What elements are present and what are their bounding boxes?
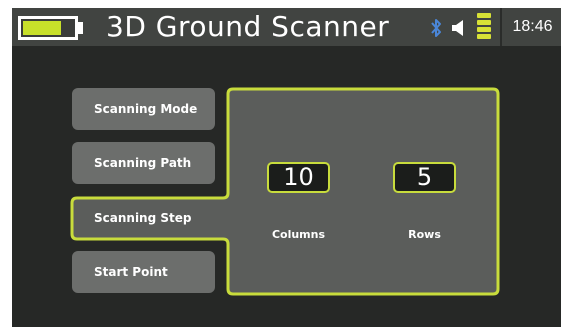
menu-item-start-point[interactable]: Start Point (72, 251, 215, 293)
columns-label: Columns (271, 228, 326, 241)
rows-value-field[interactable]: 5 (393, 162, 456, 193)
device-screen: 3D Ground Scanner 18:46 Scanning Mode Sc… (12, 8, 561, 327)
columns-value-field[interactable]: 10 (267, 162, 330, 193)
rows-label: Rows (408, 228, 441, 241)
menu-item-scanning-step[interactable]: Scanning Step (72, 197, 232, 239)
